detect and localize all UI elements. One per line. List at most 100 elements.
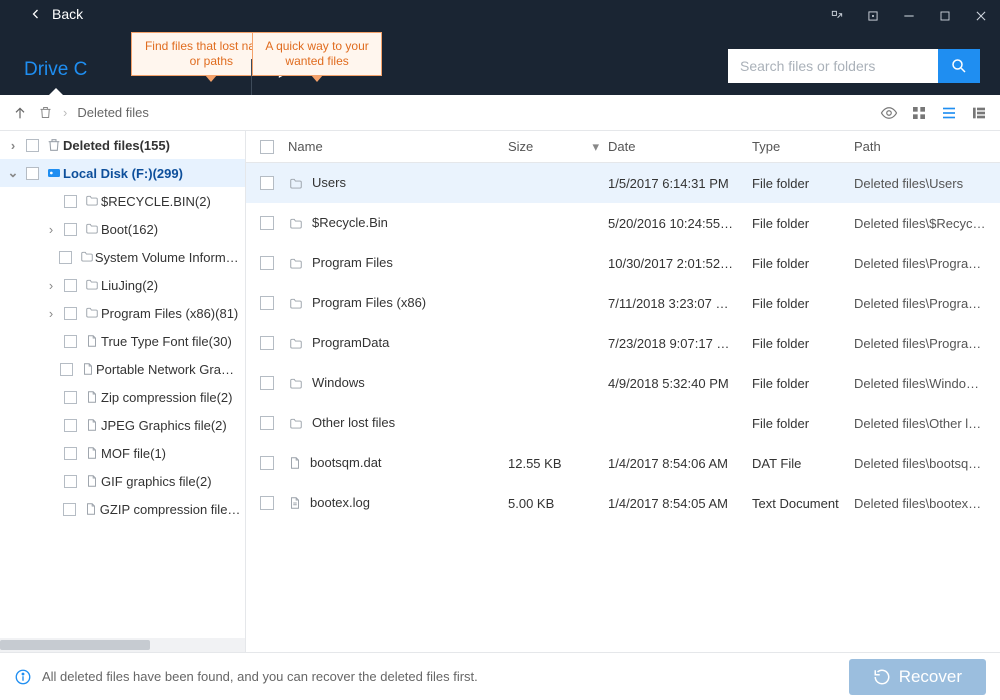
table-row[interactable]: Users1/5/2017 6:14:31 PMFile folderDelet… xyxy=(246,163,1000,203)
row-checkbox[interactable] xyxy=(260,496,274,510)
header-path[interactable]: Path xyxy=(854,131,1000,162)
tree-toggle-icon[interactable]: › xyxy=(44,222,58,237)
row-type: Text Document xyxy=(752,496,854,511)
tree-item[interactable]: JPEG Graphics file(2) xyxy=(0,411,245,439)
tab-filter[interactable]: A quick way to your wanted files Filter xyxy=(251,59,340,95)
row-date: 4/9/2018 5:32:40 PM xyxy=(608,376,752,391)
row-path: Deleted files\Users xyxy=(854,176,1000,191)
tree-item[interactable]: $RECYCLE.BIN(2) xyxy=(0,187,245,215)
tree-checkbox[interactable] xyxy=(26,139,39,152)
tree-toggle-icon[interactable]: › xyxy=(44,278,58,293)
search-button[interactable] xyxy=(938,49,980,83)
row-date: 7/11/2018 3:23:07 … xyxy=(608,296,752,311)
table-row[interactable]: ProgramData7/23/2018 9:07:17 …File folde… xyxy=(246,323,1000,363)
detail-view-icon[interactable] xyxy=(970,104,988,122)
row-path: Deleted files\bootsq… xyxy=(854,456,1000,471)
back-button[interactable]: Back xyxy=(30,6,83,22)
row-checkbox[interactable] xyxy=(260,416,274,430)
back-label: Back xyxy=(52,6,83,22)
maximize-icon[interactable] xyxy=(932,3,958,29)
tree-toggle-icon[interactable]: ⌄ xyxy=(6,165,20,181)
tree-item-label: JPEG Graphics file(2) xyxy=(101,418,227,433)
row-date: 10/30/2017 2:01:52… xyxy=(608,256,752,271)
folder-icon xyxy=(78,250,95,264)
nav-up-icon[interactable] xyxy=(12,105,28,121)
table-row[interactable]: $Recycle.Bin5/20/2016 10:24:55…File fold… xyxy=(246,203,1000,243)
list-view-icon[interactable] xyxy=(940,104,958,122)
preview-icon[interactable] xyxy=(880,104,898,122)
file-table: Name Size▾ Date Type Path Users1/5/2017 … xyxy=(246,131,1000,652)
tree-item[interactable]: MOF file(1) xyxy=(0,439,245,467)
tree-toggle-icon[interactable]: › xyxy=(44,306,58,321)
tree-checkbox[interactable] xyxy=(59,251,72,264)
tree-checkbox[interactable] xyxy=(60,363,73,376)
tree-toggle-icon[interactable]: › xyxy=(6,138,20,153)
tree-checkbox[interactable] xyxy=(64,223,77,236)
breadcrumb-path[interactable]: Deleted files xyxy=(77,105,149,120)
header-date[interactable]: Date xyxy=(608,131,752,162)
tree-item[interactable]: ⌄Local Disk (F:)(299) xyxy=(0,159,245,187)
tree-item[interactable]: › Deleted files(155) xyxy=(0,131,245,159)
header-size[interactable]: Size▾ xyxy=(508,131,608,162)
tree-item[interactable]: System Volume Information xyxy=(0,243,245,271)
tree-checkbox[interactable] xyxy=(26,167,39,180)
tree-checkbox[interactable] xyxy=(64,419,77,432)
tree-checkbox[interactable] xyxy=(64,279,77,292)
tree-item[interactable]: › Program Files (x86)(81) xyxy=(0,299,245,327)
row-checkbox[interactable] xyxy=(260,336,274,350)
tree-item[interactable]: Zip compression file(2) xyxy=(0,383,245,411)
row-checkbox[interactable] xyxy=(260,456,274,470)
row-name: Program Files (x86) xyxy=(312,295,426,310)
maximize-alt-icon[interactable] xyxy=(860,3,886,29)
recover-button[interactable]: Recover xyxy=(849,659,986,695)
tab-drive[interactable]: Drive C xyxy=(0,59,111,95)
tree-checkbox[interactable] xyxy=(63,503,76,516)
tree-checkbox[interactable] xyxy=(64,391,77,404)
tree-checkbox[interactable] xyxy=(64,307,77,320)
grid-view-icon[interactable] xyxy=(910,104,928,122)
header-type[interactable]: Type xyxy=(752,131,854,162)
tree-item[interactable]: Portable Network Graphics xyxy=(0,355,245,383)
table-row[interactable]: Windows4/9/2018 5:32:40 PMFile folderDel… xyxy=(246,363,1000,403)
search-box xyxy=(728,49,980,83)
tree-item-label: MOF file(1) xyxy=(101,446,166,461)
tree-item[interactable]: GIF graphics file(2) xyxy=(0,467,245,495)
table-row[interactable]: bootsqm.dat12.55 KB1/4/2017 8:54:06 AMDA… xyxy=(246,443,1000,483)
table-row[interactable]: Program Files10/30/2017 2:01:52…File fol… xyxy=(246,243,1000,283)
row-checkbox[interactable] xyxy=(260,376,274,390)
trash-icon[interactable] xyxy=(38,105,53,120)
header-name[interactable]: Name xyxy=(288,131,508,162)
tree-item[interactable]: True Type Font file(30) xyxy=(0,327,245,355)
tree-checkbox[interactable] xyxy=(64,335,77,348)
tree-checkbox[interactable] xyxy=(64,447,77,460)
share-icon[interactable] xyxy=(824,3,850,29)
tree-checkbox[interactable] xyxy=(64,195,77,208)
row-checkbox[interactable] xyxy=(260,256,274,270)
tree-item[interactable]: ›LiuJing(2) xyxy=(0,271,245,299)
sidebar-scrollbar[interactable] xyxy=(0,638,245,652)
tree-item[interactable]: ›Boot(162) xyxy=(0,215,245,243)
row-path: Deleted files\$Recyc… xyxy=(854,216,1000,231)
tab-extra-files[interactable]: Find files that lost names or paths Extr… xyxy=(141,59,231,95)
tree-item-label: Program Files (x86)(81) xyxy=(101,306,238,321)
tree-item-label: Zip compression file(2) xyxy=(101,390,233,405)
tree-checkbox[interactable] xyxy=(64,475,77,488)
table-row[interactable]: bootex.log5.00 KB1/4/2017 8:54:05 AMText… xyxy=(246,483,1000,523)
row-checkbox[interactable] xyxy=(260,216,274,230)
table-row[interactable]: Program Files (x86)7/11/2018 3:23:07 …Fi… xyxy=(246,283,1000,323)
row-date: 5/20/2016 10:24:55… xyxy=(608,216,752,231)
tree-item-label: GZIP compression file(2) xyxy=(100,502,241,517)
tree-item-label: System Volume Information xyxy=(95,250,241,265)
minimize-icon[interactable] xyxy=(896,3,922,29)
folder-icon xyxy=(83,222,101,236)
header-checkbox[interactable] xyxy=(246,131,288,162)
row-checkbox[interactable] xyxy=(260,176,274,190)
close-icon[interactable] xyxy=(968,3,994,29)
tree-item-label: Deleted files(155) xyxy=(63,138,170,153)
search-input[interactable] xyxy=(728,49,938,83)
recover-icon xyxy=(873,668,891,686)
row-checkbox[interactable] xyxy=(260,296,274,310)
tree-item[interactable]: GZIP compression file(2) xyxy=(0,495,245,523)
table-row[interactable]: Other lost filesFile folderDeleted files… xyxy=(246,403,1000,443)
sidebar-tree[interactable]: › Deleted files(155) ⌄Local Disk (F:)(299)… xyxy=(0,131,246,652)
